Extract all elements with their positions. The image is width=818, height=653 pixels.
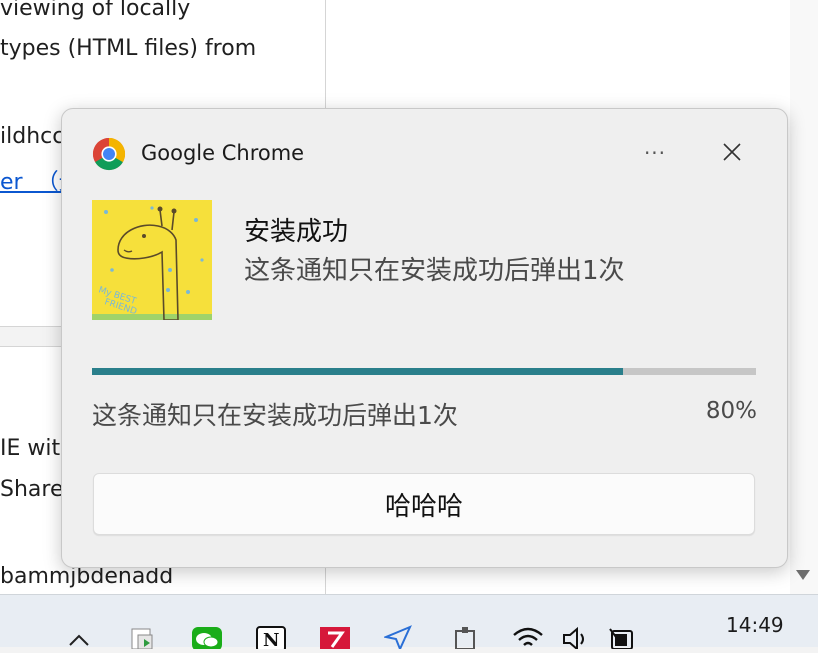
scroll-down-arrow-icon[interactable] xyxy=(796,570,810,580)
progress-status-text: 这条通知只在安装成功后弹出1次 xyxy=(92,401,458,430)
background-text-line: types (HTML files) from xyxy=(0,36,257,61)
app-name: Google Chrome xyxy=(141,141,305,165)
svg-text:N: N xyxy=(263,630,279,649)
battery-icon[interactable] xyxy=(608,625,634,650)
network-device-icon[interactable] xyxy=(452,625,478,650)
send-icon[interactable] xyxy=(382,625,412,652)
file-manager-icon[interactable] xyxy=(130,625,156,650)
volume-icon[interactable] xyxy=(562,625,588,652)
progress-bar-fill xyxy=(92,368,624,375)
progress-value: 80% xyxy=(705,398,757,424)
notion-icon[interactable]: N xyxy=(256,625,286,652)
taskbar: N 14:49 xyxy=(0,594,818,652)
chrome-logo-icon xyxy=(92,137,126,171)
chevron-up-icon[interactable] xyxy=(66,625,92,649)
toast-header: Google Chrome ··· xyxy=(92,137,757,171)
notification-image: My BEST FRIEND xyxy=(92,200,212,321)
notification-body: 这条通知只在安装成功后弹出1次 xyxy=(244,256,625,286)
chrome-notification-toast[interactable]: Google Chrome ··· My BEST FRIEND 安装成功 这条… xyxy=(61,108,788,568)
action-button[interactable]: 哈哈哈 xyxy=(93,473,755,535)
background-text-line: ildhcc xyxy=(0,124,65,149)
more-options-button[interactable]: ··· xyxy=(635,137,675,169)
taskbar-clock[interactable]: 14:49 xyxy=(726,613,784,637)
more-icon: ··· xyxy=(643,141,667,165)
progress-bar xyxy=(92,368,756,375)
notification-title: 安装成功 xyxy=(244,217,349,247)
wifi-icon[interactable] xyxy=(512,625,543,649)
app-red-icon[interactable] xyxy=(320,625,350,651)
close-icon xyxy=(722,142,742,166)
wechat-icon[interactable] xyxy=(192,625,222,651)
scrollbar-track[interactable] xyxy=(790,0,818,594)
close-button[interactable] xyxy=(714,137,750,171)
background-text-line: viewing of locally xyxy=(0,0,191,21)
